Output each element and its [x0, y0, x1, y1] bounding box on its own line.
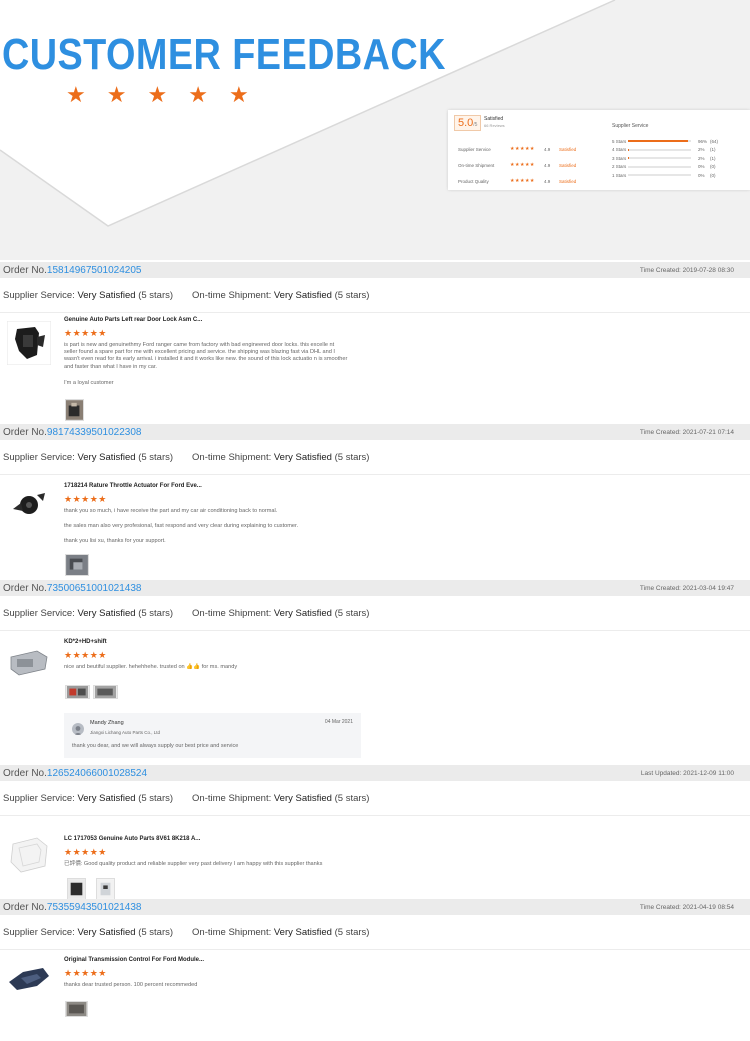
breakdown-row-5: 5 Stars 96% (64) — [612, 138, 719, 144]
review-text: is part is new and genuinethmy Ford rang… — [64, 342, 348, 370]
product-thumbnail[interactable] — [7, 483, 51, 527]
progress-bar — [628, 148, 691, 151]
service-ratings: Supplier Service: Very Satisfied (5 star… — [0, 596, 750, 631]
review-stars: ★★★★★ — [64, 328, 107, 338]
review-text: nice and beutiful supplier. hehehhehe. t… — [64, 664, 238, 670]
star-icon: ★★★★★ — [510, 162, 535, 168]
order-time: Time Created: 2021-03-04 19:47 — [639, 584, 734, 592]
review-text: thank you so much, i have receive the pa… — [64, 508, 278, 514]
product-thumbnail[interactable] — [7, 639, 51, 683]
order-card: Order No.15814967501024205 Time Created:… — [0, 262, 750, 423]
star-icon: ★ — [106, 82, 127, 107]
order-number-link[interactable]: 98174339501022308 — [47, 427, 142, 438]
order-number-link[interactable]: 126524066001028524 — [47, 768, 147, 779]
order-number-link[interactable]: 15814967501024205 — [47, 265, 142, 276]
product-thumbnail[interactable] — [7, 832, 51, 876]
hero-rating-stars: ★ ★ ★ ★ ★ — [66, 84, 249, 106]
product-title[interactable]: 1718214 Rature Throttle Actuator For For… — [64, 483, 202, 489]
review-photo[interactable] — [65, 685, 90, 699]
service-ratings: Supplier Service: Very Satisfied (5 star… — [0, 278, 750, 313]
score-rows: Supplier Service ★★★★★ 4.9 Satisfied On-… — [458, 141, 598, 189]
order-header: Order No.126524066001028524 Last Updated… — [0, 765, 750, 781]
review-stars: ★★★★★ — [64, 650, 107, 660]
supplier-reply: Mandy Zhang Jiangxi Lichang Auto Parts C… — [64, 713, 361, 758]
review-photo[interactable] — [67, 878, 86, 900]
review-text: thank you lisi xu, thanks for your suppo… — [64, 538, 166, 544]
breakdown-row-4: 4 Stars 2% (1) — [612, 147, 716, 153]
breakdown-row-1: 1 Stars 0% (0) — [612, 172, 716, 178]
review-text: the sales man also very profesional, fas… — [64, 523, 299, 529]
review-photo[interactable] — [65, 554, 89, 576]
order-time: Last Updated: 2021-12-09 11:00 — [640, 769, 734, 777]
order-header: Order No.98174339501022308 Time Created:… — [0, 424, 750, 440]
reply-date: 04 Mar 2021 — [324, 719, 353, 725]
order-header: Order No.73500651001021438 Time Created:… — [0, 580, 750, 596]
review-photo[interactable] — [96, 878, 115, 900]
product-title[interactable]: Genuine Auto Parts Left rear Door Lock A… — [64, 317, 202, 323]
product-title[interactable]: KD*2+HD+shift — [64, 639, 107, 645]
order-card: Order No.73500651001021438 Time Created:… — [0, 580, 750, 764]
review-stars: ★★★★★ — [64, 968, 107, 978]
order-number-link[interactable]: 73500651001021438 — [47, 583, 142, 594]
review-photo[interactable] — [93, 685, 118, 699]
star-icon: ★ — [188, 82, 208, 107]
service-ratings: Supplier Service: Very Satisfied (5 star… — [0, 440, 750, 475]
order-header: Order No.75355943501021438 Time Created:… — [0, 899, 750, 915]
product-thumbnail[interactable] — [7, 956, 51, 1000]
review-item: Original Transmission Control For Ford M… — [0, 950, 750, 1040]
product-title[interactable]: LC 1717053 Genuine Auto Parts 8V61 8K218… — [64, 836, 200, 842]
review-photo[interactable] — [65, 1001, 88, 1017]
overall-satisfied-label: Satisfied — [484, 116, 504, 122]
product-thumbnail[interactable] — [7, 321, 51, 365]
star-icon: ★★★★★ — [510, 146, 535, 152]
review-text: 已評價: Good quality product and reliable s… — [64, 861, 323, 867]
star-breakdown: Supplier Service 5 Stars 96% (64) 4 Star… — [612, 123, 742, 180]
review-item: LC 1717053 Genuine Auto Parts 8V61 8K218… — [0, 816, 750, 906]
hero-banner: CUSTOMER FEEDBACK ★ ★ ★ ★ ★ 5.0/5 Satisf… — [0, 0, 750, 260]
reply-company: Jiangxi Lichang Auto Parts Co., Ltd — [90, 730, 161, 735]
order-time: Time Created: 2019-07-28 08:30 — [639, 266, 734, 274]
progress-bar — [628, 157, 691, 160]
review-count: 66 Reviews — [484, 123, 505, 128]
star-icon: ★ — [147, 82, 168, 107]
avatar — [72, 723, 84, 735]
page-title: CUSTOMER FEEDBACK — [2, 30, 446, 79]
review-stars: ★★★★★ — [64, 494, 107, 504]
reply-text: thank you dear, and we will always suppl… — [72, 743, 239, 749]
rating-summary-card: 5.0/5 Satisfied 66 Reviews Supplier Serv… — [448, 110, 750, 190]
breakdown-row-3: 3 Stars 2% (1) — [612, 155, 716, 161]
score-row-product-quality: Product Quality ★★★★★ 4.9 Satisfied — [458, 178, 577, 184]
review-item: 1718214 Rature Throttle Actuator For For… — [0, 475, 750, 579]
star-icon: ★★★★★ — [510, 178, 535, 184]
order-number-link[interactable]: 75355943501021438 — [47, 902, 142, 913]
review-item: Genuine Auto Parts Left rear Door Lock A… — [0, 313, 750, 423]
overall-score: 5.0/5 — [454, 115, 482, 131]
progress-bar — [628, 140, 691, 143]
score-row-supplier-service: Supplier Service ★★★★★ 4.9 Satisfied — [458, 146, 577, 152]
order-time: Time Created: 2021-04-19 08:54 — [639, 903, 734, 911]
progress-bar — [628, 165, 691, 168]
order-time: Time Created: 2021-07-21 07:14 — [639, 428, 734, 436]
star-icon: ★ — [228, 82, 249, 107]
review-stars: ★★★★★ — [64, 847, 107, 857]
order-card: Order No.75355943501021438 Time Created:… — [0, 899, 750, 1040]
progress-bar — [628, 174, 691, 177]
review-item: KD*2+HD+shift ★★★★★ nice and beutiful su… — [0, 631, 750, 764]
breakdown-row-2: 2 Stars 0% (0) — [612, 164, 716, 170]
review-text: thanks dear trusted person. 100 percent … — [64, 982, 198, 988]
review-photo[interactable] — [65, 399, 84, 421]
order-header: Order No.15814967501024205 Time Created:… — [0, 262, 750, 278]
service-ratings: Supplier Service: Very Satisfied (5 star… — [0, 915, 750, 950]
order-card: Order No.98174339501022308 Time Created:… — [0, 424, 750, 579]
star-icon: ★ — [66, 82, 86, 107]
service-ratings: Supplier Service: Very Satisfied (5 star… — [0, 781, 750, 816]
score-row-ontime-shipment: On-time Shipment ★★★★★ 4.9 Satisfied — [458, 162, 577, 168]
product-title[interactable]: Original Transmission Control For Ford M… — [64, 957, 204, 963]
review-text: I'm a loyal customer — [64, 380, 114, 386]
reply-author: Mandy Zhang — [90, 720, 124, 726]
order-card: Order No.126524066001028524 Last Updated… — [0, 765, 750, 906]
